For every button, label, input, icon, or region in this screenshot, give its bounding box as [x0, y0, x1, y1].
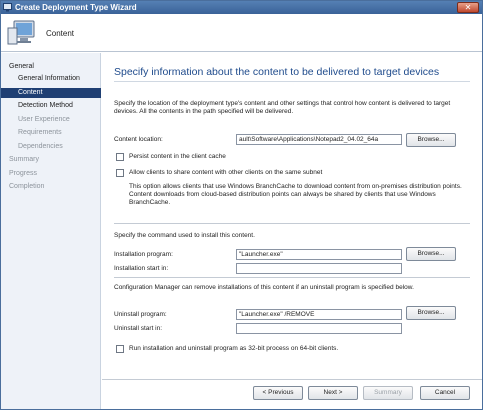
installation-program-input[interactable]: "Launcher.exe"	[236, 249, 402, 260]
page-heading: Specify information about the content to…	[114, 66, 440, 78]
nav-item-requirements: Requirements	[18, 129, 62, 136]
persist-content-checkbox[interactable]	[116, 153, 124, 161]
wizard-step-nav: General General Information Content Dete…	[1, 53, 101, 409]
nav-item-dependencies: Dependencies	[18, 143, 63, 150]
uninstall-intro-text: Configuration Manager can remove install…	[114, 284, 414, 291]
nav-item-general-information[interactable]: General Information	[1, 74, 101, 84]
cancel-button[interactable]: Cancel	[420, 386, 470, 400]
installation-start-in-label: Installation start in:	[114, 265, 169, 272]
section-divider	[114, 223, 470, 224]
intro-text: Specify the location of the deployment t…	[114, 100, 451, 115]
section-divider	[114, 277, 470, 278]
share-content-checkbox[interactable]	[116, 169, 124, 177]
monitor-icon	[7, 20, 35, 45]
content-location-label: Content location:	[114, 136, 163, 143]
close-button[interactable]: ✕	[457, 2, 479, 13]
close-icon: ✕	[464, 3, 472, 12]
persist-content-label: Persist content in the client cache	[129, 153, 226, 160]
share-content-label: Allow clients to share content with othe…	[129, 169, 323, 176]
uninstall-start-in-label: Uninstall start in:	[114, 325, 163, 332]
run-32bit-checkbox[interactable]	[116, 345, 124, 353]
wizard-window: Create Deployment Type Wizard ✕ Content …	[0, 0, 483, 410]
nav-item-content[interactable]: Content	[1, 88, 101, 98]
nav-item-general[interactable]: General	[1, 62, 101, 72]
next-button[interactable]: Next >	[308, 386, 358, 400]
content-page: Specify information about the content to…	[102, 53, 482, 373]
installation-program-label: Installation program:	[114, 251, 173, 258]
run-32bit-label: Run installation and uninstall program a…	[129, 345, 339, 352]
nav-item-progress: Progress	[9, 170, 38, 177]
uninstall-program-label: Uninstall program:	[114, 311, 167, 318]
uninstall-start-in-input[interactable]	[236, 323, 402, 334]
window-title: Create Deployment Type Wizard	[15, 3, 137, 12]
nav-item-summary: Summary	[9, 156, 39, 163]
nav-item-user-experience: User Experience	[18, 116, 70, 123]
installation-start-in-input[interactable]	[236, 263, 402, 274]
content-location-input[interactable]: ault\Software\Applications\Notepad2_04.0…	[236, 134, 402, 145]
wizard-header: Content	[1, 14, 482, 52]
footer-divider	[102, 379, 482, 380]
heading-divider	[114, 81, 470, 82]
page-name: Content	[46, 29, 75, 38]
title-bar: Create Deployment Type Wizard ✕	[1, 1, 482, 14]
summary-button: Summary	[363, 386, 413, 400]
wizard-app-icon	[3, 3, 12, 12]
nav-item-completion: Completion	[9, 183, 45, 190]
command-intro-text: Specify the command used to install this…	[114, 232, 255, 239]
uninstall-browse-button[interactable]: Browse...	[406, 306, 456, 320]
uninstall-program-input[interactable]: "Launcher.exe" /REMOVE	[236, 309, 402, 320]
installation-browse-button[interactable]: Browse...	[406, 247, 456, 261]
previous-button[interactable]: < Previous	[253, 386, 303, 400]
nav-item-detection-method[interactable]: Detection Method	[1, 101, 101, 111]
content-browse-button[interactable]: Browse...	[406, 133, 456, 147]
branchcache-note: This option allows clients that use Wind…	[129, 183, 462, 206]
